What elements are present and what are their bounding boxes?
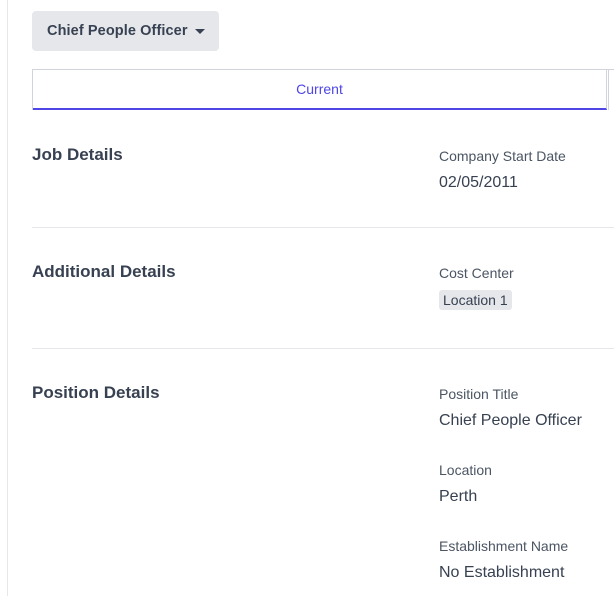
tab-bar: Current bbox=[32, 69, 614, 110]
location-label: Location bbox=[439, 462, 492, 478]
tab-next-partial[interactable] bbox=[608, 70, 614, 110]
company-start-date-value: 02/05/2011 bbox=[439, 174, 518, 191]
role-dropdown-label: Chief People Officer bbox=[47, 23, 188, 39]
job-details-title: Job Details bbox=[32, 145, 123, 164]
cost-center-label: Cost Center bbox=[439, 265, 514, 281]
position-title-value: Chief People Officer bbox=[439, 412, 582, 429]
establishment-name-label: Establishment Name bbox=[439, 538, 569, 554]
position-title-label: Position Title bbox=[439, 386, 519, 402]
role-dropdown[interactable]: Chief People Officer bbox=[32, 11, 219, 51]
company-start-date-label: Company Start Date bbox=[439, 148, 566, 164]
cost-center-tag: Location 1 bbox=[439, 290, 512, 310]
left-border bbox=[7, 0, 8, 596]
tab-current[interactable]: Current bbox=[33, 70, 607, 110]
establishment-name-value: No Establishment bbox=[439, 564, 565, 581]
location-value: Perth bbox=[439, 488, 478, 505]
position-details-title: Position Details bbox=[32, 383, 160, 402]
section-divider bbox=[32, 227, 614, 228]
section-divider bbox=[32, 348, 614, 349]
caret-down-icon bbox=[195, 29, 205, 34]
additional-details-title: Additional Details bbox=[32, 262, 176, 281]
